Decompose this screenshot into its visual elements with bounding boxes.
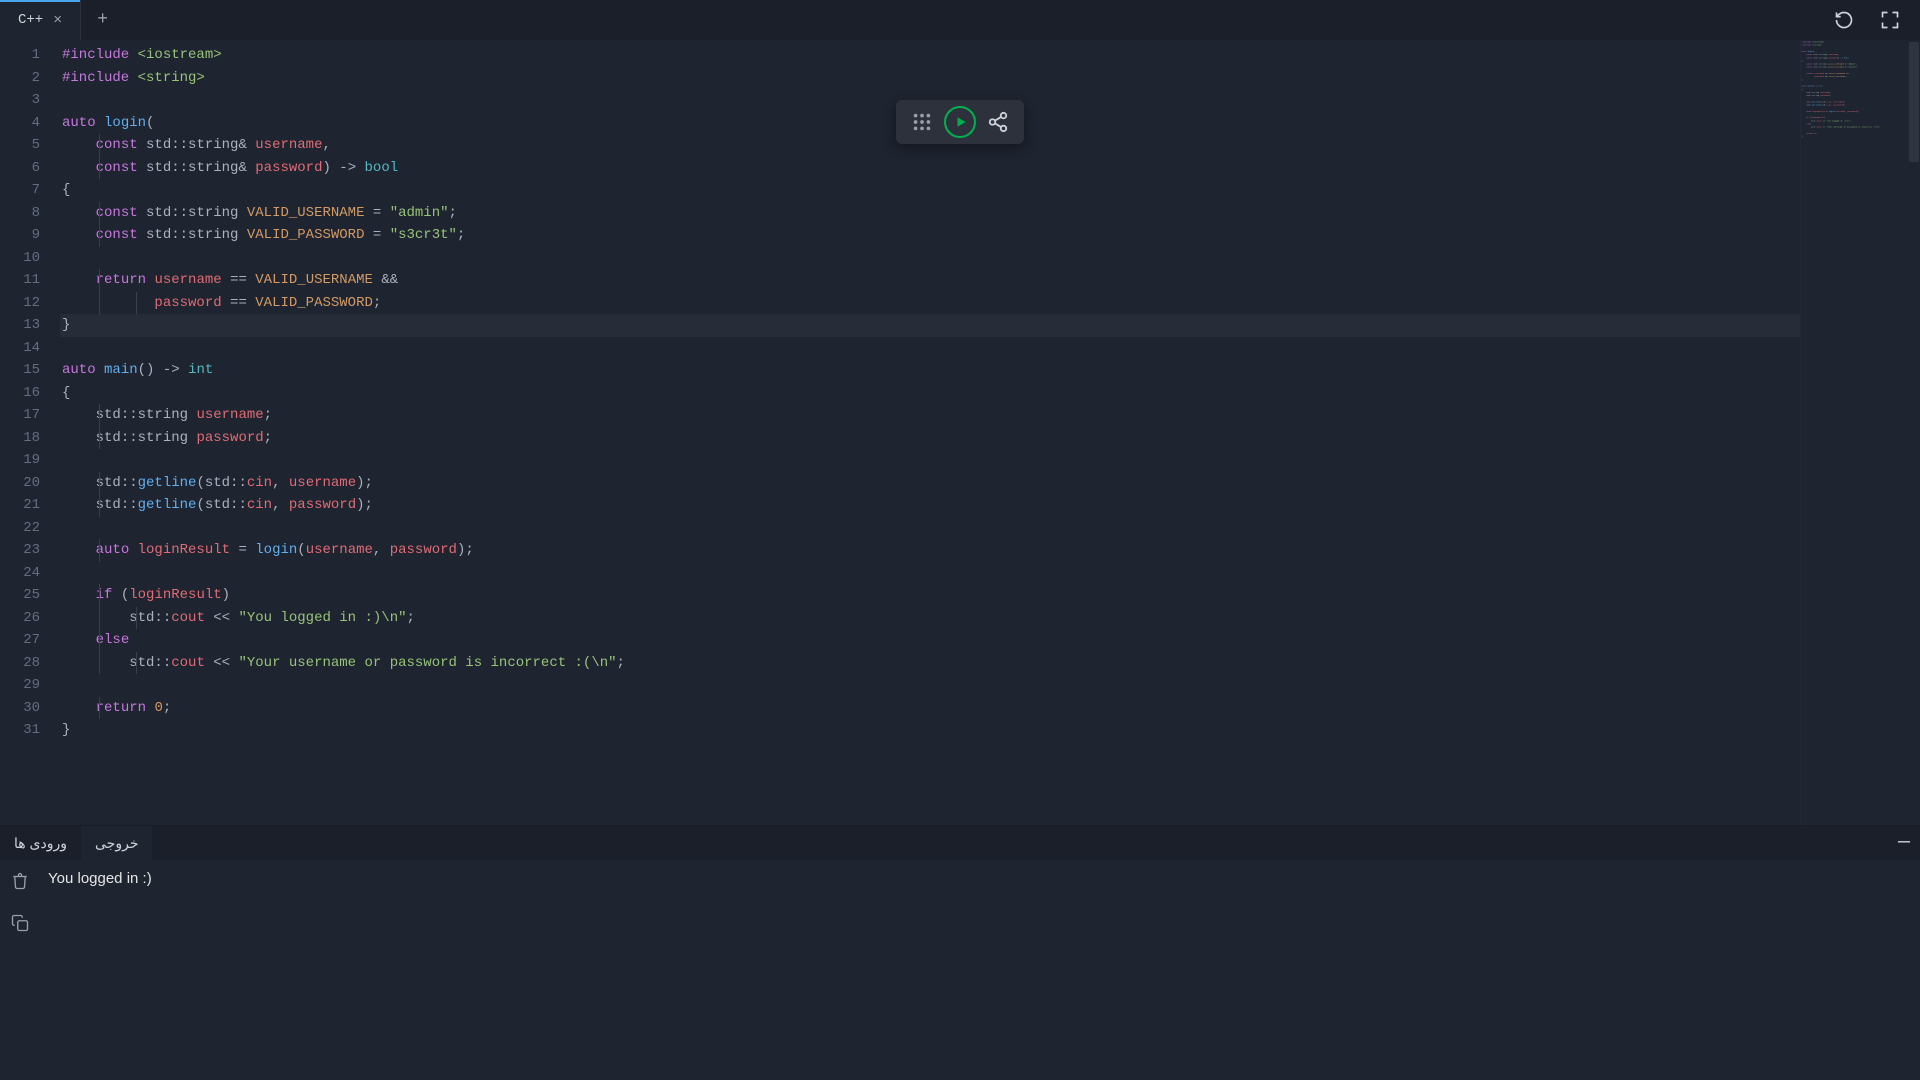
code-line[interactable]: return 0; bbox=[60, 697, 1800, 720]
action-bar bbox=[896, 100, 1024, 144]
minimap[interactable]: #include <iostream>#include <string>auto… bbox=[1800, 40, 1920, 825]
share-icon[interactable] bbox=[982, 106, 1014, 138]
code-line[interactable]: const std::string VALID_PASSWORD = "s3cr… bbox=[60, 224, 1800, 247]
reload-icon[interactable] bbox=[1830, 6, 1858, 34]
code-line[interactable]: auto loginResult = login(username, passw… bbox=[60, 539, 1800, 562]
line-number: 8 bbox=[0, 202, 40, 225]
code-line[interactable]: std::string password; bbox=[60, 427, 1800, 450]
code-line[interactable]: } bbox=[60, 314, 1800, 337]
trash-icon[interactable] bbox=[9, 870, 31, 892]
code-line[interactable]: std::string username; bbox=[60, 404, 1800, 427]
code-line[interactable]: password == VALID_PASSWORD; bbox=[60, 292, 1800, 315]
gutter: 1234567891011121314151617181920212223242… bbox=[0, 40, 60, 825]
line-number: 28 bbox=[0, 652, 40, 675]
code-line[interactable]: { bbox=[60, 179, 1800, 202]
code-area[interactable]: 1234567891011121314151617181920212223242… bbox=[0, 40, 1800, 825]
code-line[interactable] bbox=[60, 449, 1800, 472]
code-line[interactable] bbox=[60, 337, 1800, 360]
code-line[interactable]: return username == VALID_USERNAME && bbox=[60, 269, 1800, 292]
line-number: 25 bbox=[0, 584, 40, 607]
panel-side bbox=[0, 860, 40, 1080]
line-number: 29 bbox=[0, 674, 40, 697]
editor: 1234567891011121314151617181920212223242… bbox=[0, 40, 1920, 825]
minimize-icon[interactable]: — bbox=[1898, 833, 1910, 853]
output-text: You logged in :) bbox=[40, 860, 1920, 1080]
line-number: 18 bbox=[0, 427, 40, 450]
line-number: 16 bbox=[0, 382, 40, 405]
code-line[interactable] bbox=[60, 562, 1800, 585]
code-line[interactable]: } bbox=[60, 719, 1800, 742]
line-number: 17 bbox=[0, 404, 40, 427]
code-line[interactable]: { bbox=[60, 382, 1800, 405]
apps-icon[interactable] bbox=[906, 106, 938, 138]
code-line[interactable]: std::getline(std::cin, username); bbox=[60, 472, 1800, 495]
panel-tabs: ورودی ها خروجی — bbox=[0, 826, 1920, 860]
line-number: 11 bbox=[0, 269, 40, 292]
code-line[interactable] bbox=[60, 674, 1800, 697]
line-number: 5 bbox=[0, 134, 40, 157]
output-panel: ورودی ها خروجی — You logged in :) bbox=[0, 825, 1920, 1080]
line-number: 6 bbox=[0, 157, 40, 180]
line-number: 9 bbox=[0, 224, 40, 247]
add-tab-button[interactable]: + bbox=[81, 0, 124, 40]
code-line[interactable]: #include <iostream> bbox=[60, 44, 1800, 67]
code-line[interactable]: std::getline(std::cin, password); bbox=[60, 494, 1800, 517]
line-number: 19 bbox=[0, 449, 40, 472]
line-number: 14 bbox=[0, 337, 40, 360]
line-number: 12 bbox=[0, 292, 40, 315]
scrollbar[interactable] bbox=[1909, 42, 1919, 823]
code[interactable]: #include <iostream>#include <string> auto… bbox=[60, 40, 1800, 825]
line-number: 24 bbox=[0, 562, 40, 585]
code-line[interactable] bbox=[60, 517, 1800, 540]
line-number: 23 bbox=[0, 539, 40, 562]
line-number: 10 bbox=[0, 247, 40, 270]
copy-icon[interactable] bbox=[9, 912, 31, 934]
code-line[interactable]: const std::string& password) -> bool bbox=[60, 157, 1800, 180]
line-number: 4 bbox=[0, 112, 40, 135]
line-number: 30 bbox=[0, 697, 40, 720]
line-number: 27 bbox=[0, 629, 40, 652]
tab-cpp[interactable]: C++ × bbox=[0, 0, 81, 40]
line-number: 26 bbox=[0, 607, 40, 630]
panel-tab-inputs[interactable]: ورودی ها bbox=[0, 826, 81, 860]
code-line[interactable]: const std::string VALID_USERNAME = "admi… bbox=[60, 202, 1800, 225]
line-number: 22 bbox=[0, 517, 40, 540]
line-number: 31 bbox=[0, 719, 40, 742]
line-number: 13 bbox=[0, 314, 40, 337]
close-icon[interactable]: × bbox=[53, 13, 62, 28]
code-line[interactable]: std::cout << "Your username or password … bbox=[60, 652, 1800, 675]
line-number: 15 bbox=[0, 359, 40, 382]
code-line[interactable] bbox=[60, 247, 1800, 270]
line-number: 20 bbox=[0, 472, 40, 495]
line-number: 1 bbox=[0, 44, 40, 67]
code-line[interactable]: if (loginResult) bbox=[60, 584, 1800, 607]
line-number: 2 bbox=[0, 67, 40, 90]
run-button[interactable] bbox=[944, 106, 976, 138]
line-number: 21 bbox=[0, 494, 40, 517]
code-line[interactable]: else bbox=[60, 629, 1800, 652]
tab-bar: C++ × + bbox=[0, 0, 1920, 40]
tab-title: C++ bbox=[18, 12, 43, 28]
code-line[interactable]: #include <string> bbox=[60, 67, 1800, 90]
scrollbar-thumb[interactable] bbox=[1909, 42, 1919, 162]
line-number: 3 bbox=[0, 89, 40, 112]
line-number: 7 bbox=[0, 179, 40, 202]
code-line[interactable]: auto main() -> int bbox=[60, 359, 1800, 382]
panel-tab-output[interactable]: خروجی bbox=[81, 826, 152, 860]
code-line[interactable]: std::cout << "You logged in :)\n"; bbox=[60, 607, 1800, 630]
fullscreen-icon[interactable] bbox=[1876, 6, 1904, 34]
